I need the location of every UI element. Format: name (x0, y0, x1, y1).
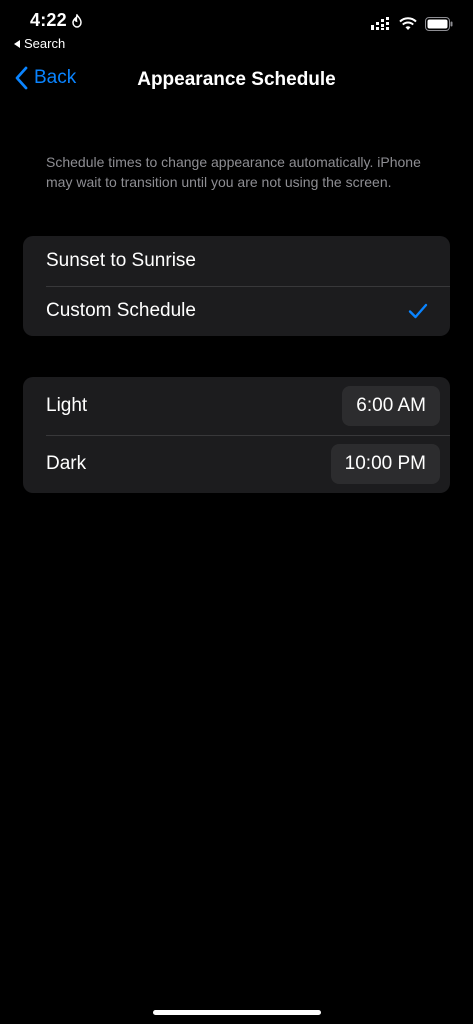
focus-icon (72, 13, 82, 28)
dark-time-picker[interactable]: 10:00 PM (330, 444, 440, 484)
option-label: Custom Schedule (46, 300, 196, 321)
cellular-icon (371, 17, 389, 30)
status-icons (371, 17, 453, 31)
light-time-picker[interactable]: 6:00 AM (342, 386, 440, 426)
back-to-app-label: Search (24, 36, 66, 51)
schedule-type-group: Sunset to Sunrise Custom Schedule (23, 236, 450, 336)
dark-label: Dark (46, 453, 87, 474)
option-custom-schedule[interactable]: Custom Schedule (23, 286, 450, 336)
back-to-app-button[interactable]: Search (14, 36, 65, 51)
schedule-description: Schedule times to change appearance auto… (46, 154, 421, 190)
light-time-row: Light 6:00 AM (23, 377, 450, 435)
light-label: Light (46, 395, 88, 416)
battery-icon (425, 17, 453, 31)
option-label: Sunset to Sunrise (46, 250, 196, 271)
dark-time-row: Dark 10:00 PM (23, 435, 450, 493)
status-time-text: 4:22 (30, 10, 67, 30)
navigation-bar: Back Appearance Schedule (0, 58, 473, 102)
option-sunset-to-sunrise[interactable]: Sunset to Sunrise (23, 236, 450, 286)
wifi-icon (399, 17, 417, 30)
back-triangle-icon (14, 39, 20, 48)
schedule-times-group: Light 6:00 AM Dark 10:00 PM (23, 377, 450, 493)
home-indicator[interactable] (153, 1010, 321, 1015)
page-title: Appearance Schedule (137, 69, 336, 90)
checkmark-icon (408, 303, 428, 319)
status-bar: 4:22 Search (0, 0, 473, 56)
status-time: 4:22 (30, 10, 83, 31)
